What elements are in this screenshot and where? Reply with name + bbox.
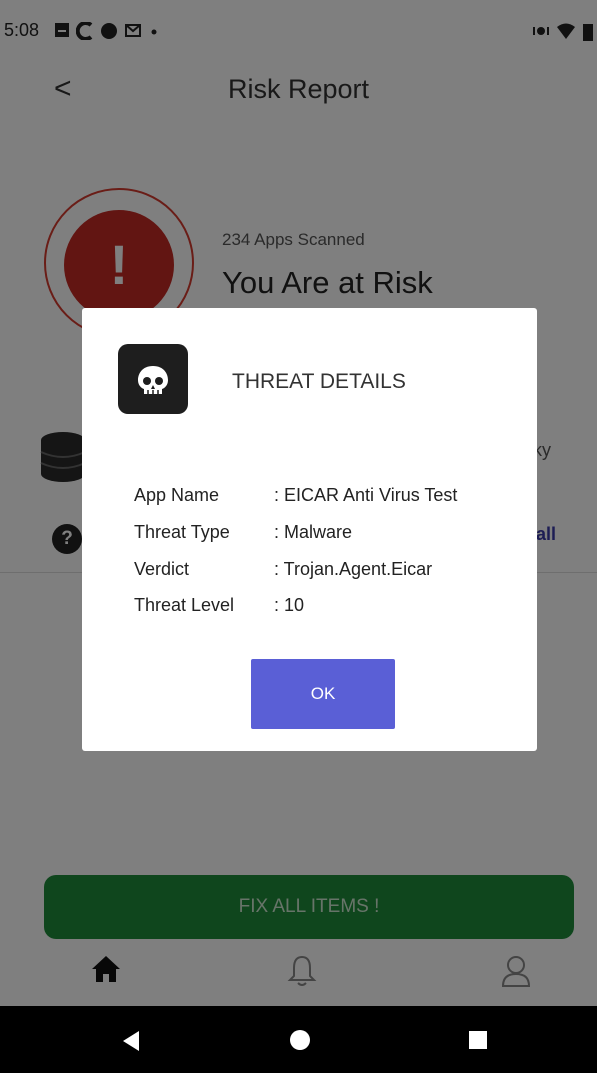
threat-level-value: : 10	[274, 595, 305, 615]
system-navigation-bar	[0, 1006, 597, 1073]
ok-button[interactable]: OK	[251, 659, 395, 729]
threat-type-label: Threat Type	[134, 522, 230, 542]
threat-type-value: : Malware	[274, 522, 353, 542]
threat-level-row: Threat Level : 10	[134, 595, 304, 616]
threat-level-label: Threat Level	[134, 595, 235, 615]
verdict-row: Verdict : Trojan.Agent.Eicar	[134, 559, 432, 580]
app-name-value: : EICAR Anti Virus Test	[274, 485, 458, 505]
app-name-row: App Name : EICAR Anti Virus Test	[134, 485, 457, 506]
recents-square-icon[interactable]	[469, 1031, 487, 1049]
verdict-value: : Trojan.Agent.Eicar	[274, 559, 433, 579]
skull-icon	[118, 344, 188, 414]
threat-type-row: Threat Type : Malware	[134, 522, 352, 543]
back-triangle-icon[interactable]	[121, 1030, 141, 1052]
home-circle-icon[interactable]	[289, 1029, 311, 1051]
app-name-label: App Name	[134, 485, 220, 505]
app-screen: 5:08 < Risk Report ! 234 Apps Scanned Yo…	[0, 0, 597, 1006]
threat-details-dialog: THREAT DETAILS App Name : EICAR Anti Viru…	[82, 308, 537, 751]
dialog-title: THREAT DETAILS	[232, 370, 406, 393]
verdict-label: Verdict	[134, 559, 190, 579]
